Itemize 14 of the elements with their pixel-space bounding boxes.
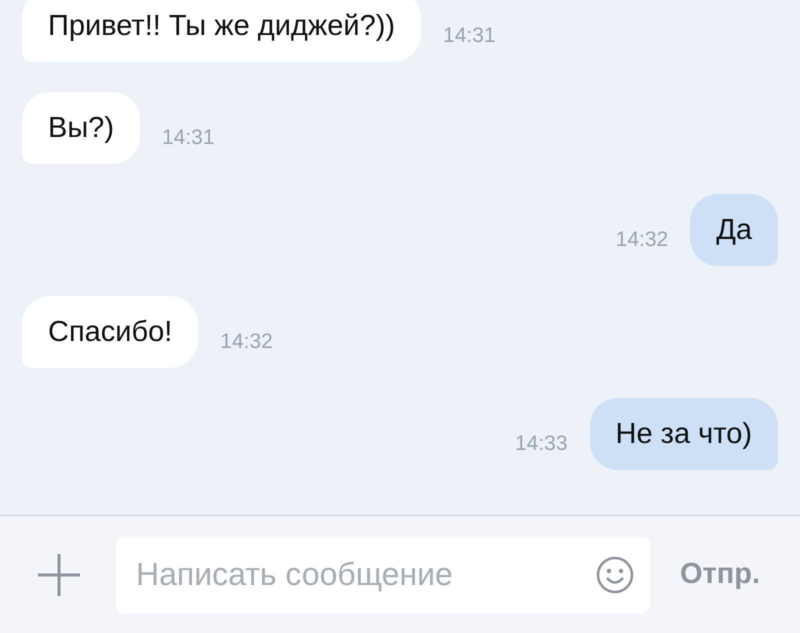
message-time: 14:32 xyxy=(616,228,668,252)
message-bubble: Спасибо! xyxy=(22,296,198,368)
message-time: 14:31 xyxy=(162,126,215,150)
message-bubble: Привет!! Ты же диджей?)) xyxy=(22,0,422,62)
message-bubble: Вы?) xyxy=(22,92,140,164)
message-field[interactable]: Написать сообщение xyxy=(116,536,650,612)
message-bubble: Да xyxy=(690,194,778,266)
message-time: 14:31 xyxy=(443,24,496,48)
send-button[interactable]: Отпр. xyxy=(680,558,760,591)
message-bubble: Не за что) xyxy=(590,398,778,470)
message-time: 14:33 xyxy=(514,432,568,456)
smiley-icon[interactable] xyxy=(596,556,634,594)
message-input-field[interactable]: Написать сообщение xyxy=(136,556,586,593)
message-time: 14:32 xyxy=(220,330,273,354)
